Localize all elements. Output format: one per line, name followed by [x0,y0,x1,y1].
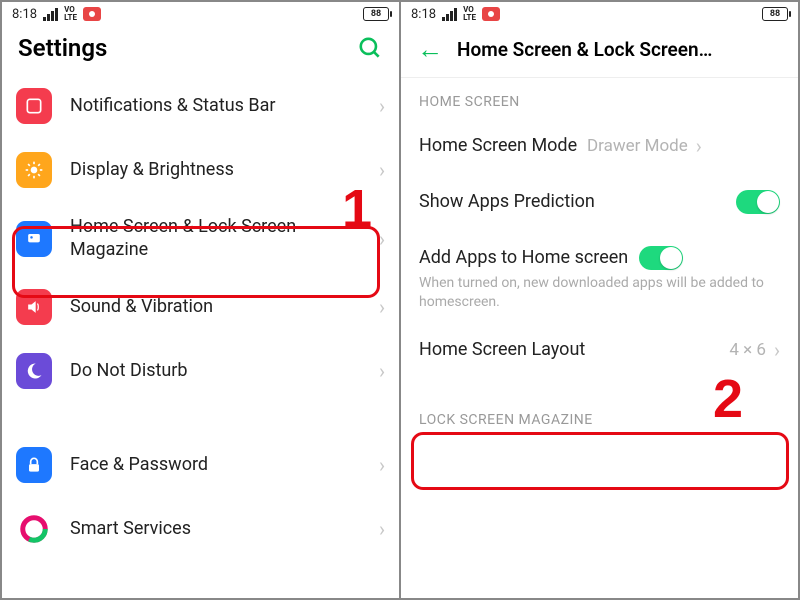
notifications-icon [16,88,52,124]
status-bar: 8:18 VOLTE 88 [401,2,798,24]
row-value: Drawer Mode [587,136,688,156]
row-home-screen-layout[interactable]: Home Screen Layout 4 × 6 › [401,322,798,378]
row-label: Home Screen & Lock Screen Magazine [70,216,371,261]
chevron-right-icon: › [379,517,385,541]
homescreen-settings-screen: 8:18 VOLTE 88 ← Home Screen & Lock Scree… [401,2,798,598]
row-add-apps[interactable]: Add Apps to Home screen [401,230,798,274]
page-title: Settings [18,34,357,62]
settings-screen: 8:18 VOLTE 88 Settings Notifications & S… [2,2,399,598]
settings-item-display[interactable]: Display & Brightness › [2,138,399,202]
homescreen-icon [16,221,52,257]
volte-icon: VOLTE [463,6,476,22]
row-label: Do Not Disturb [70,360,371,383]
chevron-right-icon: › [379,359,385,383]
signal-icon [43,8,58,21]
battery-icon: 88 [363,7,389,21]
toggle-add-apps[interactable] [639,246,683,270]
chevron-right-icon: › [379,158,385,182]
lock-icon [16,447,52,483]
chevron-right-icon: › [379,94,385,118]
chevron-right-icon: › [379,227,385,251]
row-label: Notifications & Status Bar [70,95,371,118]
settings-item-face[interactable]: Face & Password › [2,433,399,497]
search-icon[interactable] [357,35,383,61]
smart-icon [16,511,52,547]
section-home-screen: HOME SCREEN [401,82,798,118]
row-label: Home Screen Layout [419,339,721,362]
status-bar: 8:18 VOLTE 88 [2,2,399,24]
row-label: Home Screen Mode [419,135,579,158]
divider [401,77,798,78]
chevron-right-icon: › [696,134,702,158]
screen-record-icon [83,7,101,21]
settings-item-sound[interactable]: Sound & Vibration › [2,275,399,339]
sound-icon [16,289,52,325]
settings-item-homescreen[interactable]: Home Screen & Lock Screen Magazine › [2,202,399,275]
page-title: Home Screen & Lock Screen… [457,38,782,61]
settings-item-smart[interactable]: Smart Services › [2,497,399,561]
back-icon[interactable]: ← [417,34,443,65]
chevron-right-icon: › [774,338,780,362]
row-label: Sound & Vibration [70,296,371,319]
row-label: Show Apps Prediction [419,191,736,214]
section-lock-screen-magazine: LOCK SCREEN MAGAZINE [401,400,798,436]
row-label: Display & Brightness [70,159,371,182]
screen-record-icon [482,7,500,21]
status-time: 8:18 [411,7,436,22]
highlight-box-2 [411,432,789,490]
header: ← Home Screen & Lock Screen… [401,24,798,77]
toggle-prediction[interactable] [736,190,780,214]
settings-item-dnd[interactable]: Do Not Disturb › [2,339,399,403]
row-home-screen-mode[interactable]: Home Screen Mode Drawer Mode › [401,118,798,174]
row-label: Face & Password [70,454,371,477]
volte-icon: VOLTE [64,6,77,22]
row-label: Smart Services [70,518,371,541]
chevron-right-icon: › [379,295,385,319]
status-time: 8:18 [12,7,37,22]
settings-item-notifications[interactable]: Notifications & Status Bar › [2,74,399,138]
row-label: Add Apps to Home screen [419,247,639,270]
row-show-apps-prediction[interactable]: Show Apps Prediction [401,174,798,230]
header: Settings [2,24,399,74]
signal-icon [442,8,457,21]
row-desc: When turned on, new downloaded apps will… [401,274,798,322]
chevron-right-icon: › [379,453,385,477]
moon-icon [16,353,52,389]
brightness-icon [16,152,52,188]
battery-icon: 88 [762,7,788,21]
row-value: 4 × 6 [729,340,766,360]
